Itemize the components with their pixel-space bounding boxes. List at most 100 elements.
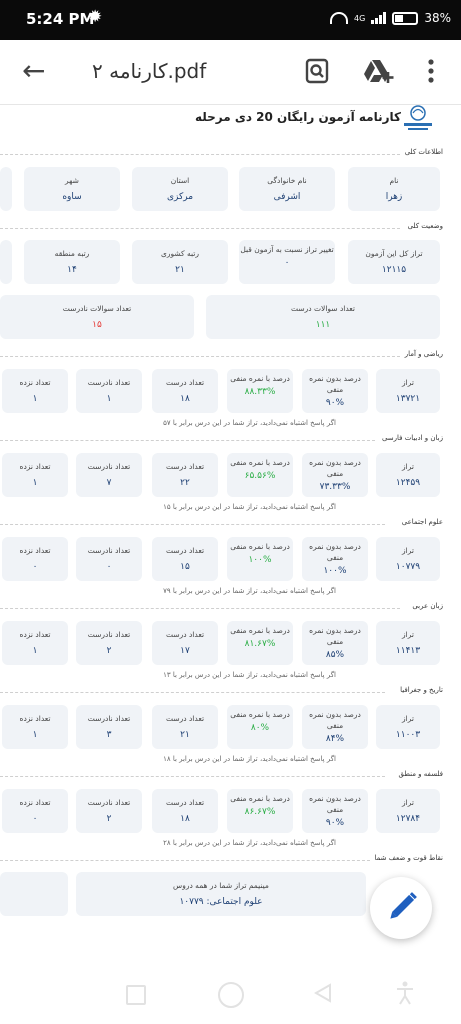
card-taraz-change: تغییر تراز نسبت به آزمون قبل ۰ <box>239 240 335 284</box>
card-label: درصد بدون نمره منفی <box>309 794 361 814</box>
card-value: ۱ <box>32 478 38 488</box>
subject-taraz: تراز ۱۳۷۲۱ <box>376 369 440 413</box>
more-vert-icon[interactable] <box>426 58 436 84</box>
card-label: تعداد نزده <box>19 462 51 471</box>
card-correct-count: تعداد سوالات درست ۱۱۱ <box>206 295 440 339</box>
subject-title: زبان عربی <box>412 602 443 610</box>
card-value: ۲ <box>106 646 112 656</box>
card-value: ۰ <box>32 562 38 572</box>
subject-taraz: تراز ۱۲۷۸۴ <box>376 789 440 833</box>
card-label: تعداد نزده <box>19 630 51 639</box>
subject-pct-no-negative: درصد بدون نمره منفی ۷۳.۳۳% <box>302 453 368 497</box>
subject-title: زبان و ادبیات فارسی <box>381 434 443 442</box>
status-time: 5:24 PM <box>26 10 95 28</box>
card-total-taraz: تراز کل این آزمون ۱۲۱۱۵ <box>348 240 440 284</box>
card-clipped <box>0 872 68 916</box>
card-label: نام خانوادگی <box>267 176 307 185</box>
app-bar: ← کارنامه ۲.pdf <box>0 40 461 105</box>
subject-note: اگر پاسخ اشتباه نمی‌دادید، تراز شما در ا… <box>163 503 336 511</box>
card-label: درصد بدون نمره منفی <box>309 626 361 646</box>
subject-blank: تعداد نزده ۰ <box>2 789 68 833</box>
subject-pct-negative: درصد با نمره منفی ۸۸.۳۳% <box>227 369 293 413</box>
subject-title: علوم اجتماعی <box>401 518 443 526</box>
card-label: تعداد نزده <box>19 714 51 723</box>
divider <box>0 776 385 777</box>
card-value: ۱۰۷۷۹ <box>395 562 421 572</box>
card-label: تعداد درست <box>165 462 205 471</box>
card-value: ۱۷ <box>180 646 190 656</box>
divider <box>0 860 370 861</box>
card-value: ۱۸ <box>180 394 190 404</box>
drive-add-icon[interactable] <box>363 58 395 84</box>
card-value: ۱۰۰% <box>323 566 347 576</box>
battery-level: 38% <box>424 11 451 25</box>
pdf-page[interactable]: کارنامه آزمون رایگان 20 دی مرحله اطلاعات… <box>0 104 461 964</box>
subject-correct: تعداد درست ۲۱ <box>152 705 218 749</box>
card-national-rank: رتبه کشوری ۲۱ <box>132 240 228 284</box>
edit-fab[interactable] <box>370 877 432 939</box>
divider <box>0 356 400 357</box>
system-nav-bar <box>0 964 461 1024</box>
card-label: تعداد درست <box>165 630 205 639</box>
card-label: تعداد نادرست <box>87 630 131 639</box>
nav-accessibility-icon[interactable] <box>395 981 415 1005</box>
card-wrong-count: تعداد سوالات نادرست ۱۵ <box>0 295 194 339</box>
card-value: ۸۶.۶۷% <box>244 807 276 817</box>
subject-title: تاریخ و جغرافیا <box>400 686 443 694</box>
signal-icon <box>371 12 387 24</box>
subject-pct-no-negative: درصد بدون نمره منفی ۹۰% <box>302 789 368 833</box>
card-label: تعداد سوالات نادرست <box>62 304 132 313</box>
card-value: ۱۱۱ <box>315 320 331 330</box>
card-value: ۱۱۰۰۳ <box>395 730 421 740</box>
card-label: درصد با نمره منفی <box>230 794 290 803</box>
subject-note: اگر پاسخ اشتباه نمی‌دادید، تراز شما در ا… <box>163 419 336 427</box>
subject-taraz: تراز ۱۱۰۰۳ <box>376 705 440 749</box>
card-label: درصد با نمره منفی <box>230 458 290 467</box>
section-general-label: اطلاعات کلی <box>404 148 443 156</box>
edit-pencil-icon <box>390 892 417 919</box>
subject-title: فلسفه و منطق <box>398 770 443 778</box>
back-arrow-icon[interactable]: ← <box>22 54 45 87</box>
card-label: تعداد نادرست <box>87 798 131 807</box>
card-province: استان مرکزی <box>132 167 228 211</box>
subject-title: ریاضی و آمار <box>404 350 443 358</box>
card-label: درصد با نمره منفی <box>230 542 290 551</box>
subject-pct-negative: درصد با نمره منفی ۸۶.۶۷% <box>227 789 293 833</box>
card-label: درصد بدون نمره منفی <box>309 458 361 478</box>
card-value: ۲۱ <box>175 265 185 275</box>
card-label: تعداد درست <box>165 714 205 723</box>
card-label: تراز <box>402 546 414 555</box>
nav-home-icon[interactable] <box>218 982 244 1008</box>
card-value: ۱۴ <box>67 265 77 275</box>
card-value: ۱۱۴۱۳ <box>395 646 421 656</box>
subject-wrong: تعداد نادرست ۱ <box>76 369 142 413</box>
card-value: ۱۵ <box>92 320 102 330</box>
card-value: ۱ <box>106 394 112 404</box>
card-label: تراز <box>402 462 414 471</box>
network-type: 4G <box>354 13 366 23</box>
card-value: ۷ <box>106 478 112 488</box>
card-value: ساوه <box>62 192 82 202</box>
search-document-icon[interactable] <box>305 58 329 84</box>
nav-recents-icon[interactable] <box>126 985 146 1005</box>
subject-taraz: تراز ۱۲۴۵۹ <box>376 453 440 497</box>
subject-taraz: تراز ۱۰۷۷۹ <box>376 537 440 581</box>
section-status-label: وضعیت کلی <box>407 222 443 230</box>
divider <box>0 692 385 693</box>
status-bar: 5:24 PM ✹ 4G 38% <box>0 0 461 40</box>
card-clipped <box>0 240 12 284</box>
card-label: درصد با نمره منفی <box>230 626 290 635</box>
nav-back-icon[interactable] <box>314 983 332 1003</box>
card-label: تراز <box>402 378 414 387</box>
card-value: ۱۲۷۸۴ <box>395 814 421 824</box>
card-value: ۲۲ <box>180 478 190 488</box>
subject-wrong: تعداد نادرست ۲ <box>76 789 142 833</box>
card-label: نام <box>389 176 399 185</box>
card-value: ۱۲۱۱۵ <box>381 265 407 275</box>
wifi-icon <box>330 12 349 24</box>
card-label: شهر <box>65 176 79 185</box>
divider <box>0 228 400 229</box>
card-label: استان <box>170 176 190 185</box>
subject-pct-no-negative: درصد بدون نمره منفی ۹۰% <box>302 369 368 413</box>
subject-blank: تعداد نزده ۱ <box>2 621 68 665</box>
